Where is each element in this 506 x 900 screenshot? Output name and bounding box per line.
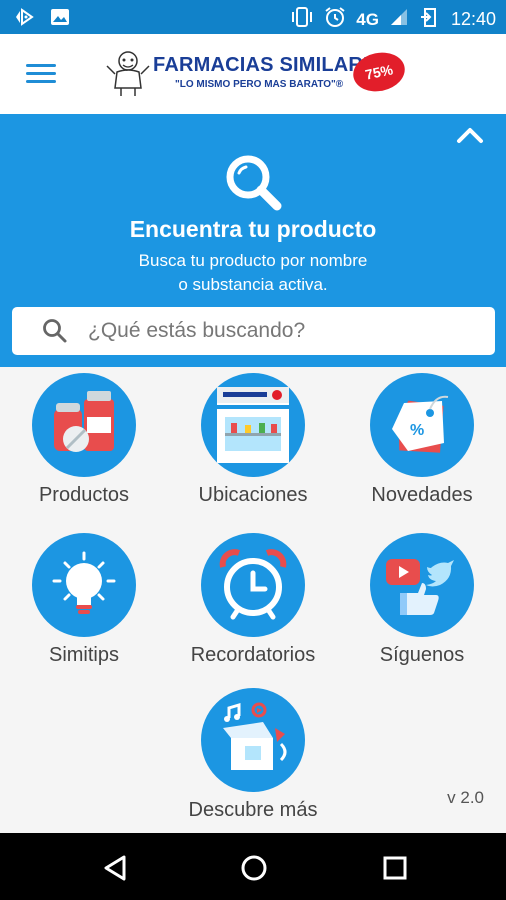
vibrate-icon	[290, 6, 314, 33]
menu-item-recordatorios[interactable]: Recordatorios	[169, 533, 337, 683]
system-nav-bar	[0, 833, 506, 900]
search-hero: Encuentra tu producto Busca tu producto …	[0, 114, 506, 367]
menu-item-siguenos[interactable]: Síguenos	[338, 533, 506, 683]
menu-item-label: Recordatorios	[190, 644, 316, 666]
battery-charging-icon	[419, 6, 441, 33]
media-play-icon	[14, 7, 36, 32]
menu-item-label: Simitips	[48, 644, 119, 666]
menu-item-descubre-mas[interactable]: Descubre más	[169, 688, 337, 838]
hero-subtitle: Busca tu producto por nombre o substanci…	[138, 251, 368, 294]
menu-item-label: Productos	[38, 484, 130, 506]
menu-item-simitips[interactable]: Simitips	[0, 533, 168, 683]
menu-item-ubicaciones[interactable]: Ubicaciones	[169, 373, 337, 523]
discover-box-icon	[201, 688, 305, 792]
home-icon[interactable]	[239, 853, 269, 883]
alarm-icon	[324, 6, 346, 33]
menu-item-label: Ubicaciones	[198, 484, 308, 506]
menu-item-label: Descubre más	[188, 799, 318, 821]
alarm-clock-icon	[201, 533, 305, 637]
chevron-up-icon[interactable]	[456, 124, 484, 146]
search-input[interactable]	[88, 319, 468, 343]
doctor-mascot-icon	[106, 51, 150, 96]
image-icon	[50, 7, 70, 32]
hero-title: Encuentra tu producto	[129, 216, 377, 242]
network-type: 4G	[356, 9, 379, 29]
app-bar: FARMACIAS SIMILARES® "LO MISMO PERO MAS …	[0, 34, 506, 114]
recents-icon[interactable]	[380, 853, 410, 883]
signal-icon	[389, 7, 409, 32]
medicine-bottles-icon	[32, 373, 136, 477]
brand-logo: FARMACIAS SIMILARES® "LO MISMO PERO MAS …	[105, 48, 409, 100]
hamburger-menu-icon[interactable]	[26, 64, 56, 86]
status-bar: 4G 12:40	[0, 0, 506, 34]
svg-text:%: %	[410, 422, 424, 439]
back-icon[interactable]	[100, 853, 130, 883]
pharmacy-store-icon	[201, 373, 305, 477]
menu-item-novedades[interactable]: % Novedades	[338, 373, 506, 523]
clock: 12:40	[450, 9, 496, 29]
discount-tag-icon: %	[370, 373, 474, 477]
app-version: v 2.0	[447, 788, 484, 807]
menu-item-productos[interactable]: Productos	[0, 373, 168, 523]
menu-item-label: Novedades	[371, 484, 473, 506]
brand-slogan: "LO MISMO PERO MAS BARATO"®	[175, 79, 344, 90]
magnifier-icon	[226, 155, 282, 211]
search-bar[interactable]	[12, 307, 495, 355]
search-icon	[43, 319, 67, 343]
lightbulb-icon	[32, 533, 136, 637]
menu-item-label: Síguenos	[379, 644, 465, 666]
social-media-icon	[370, 533, 474, 637]
